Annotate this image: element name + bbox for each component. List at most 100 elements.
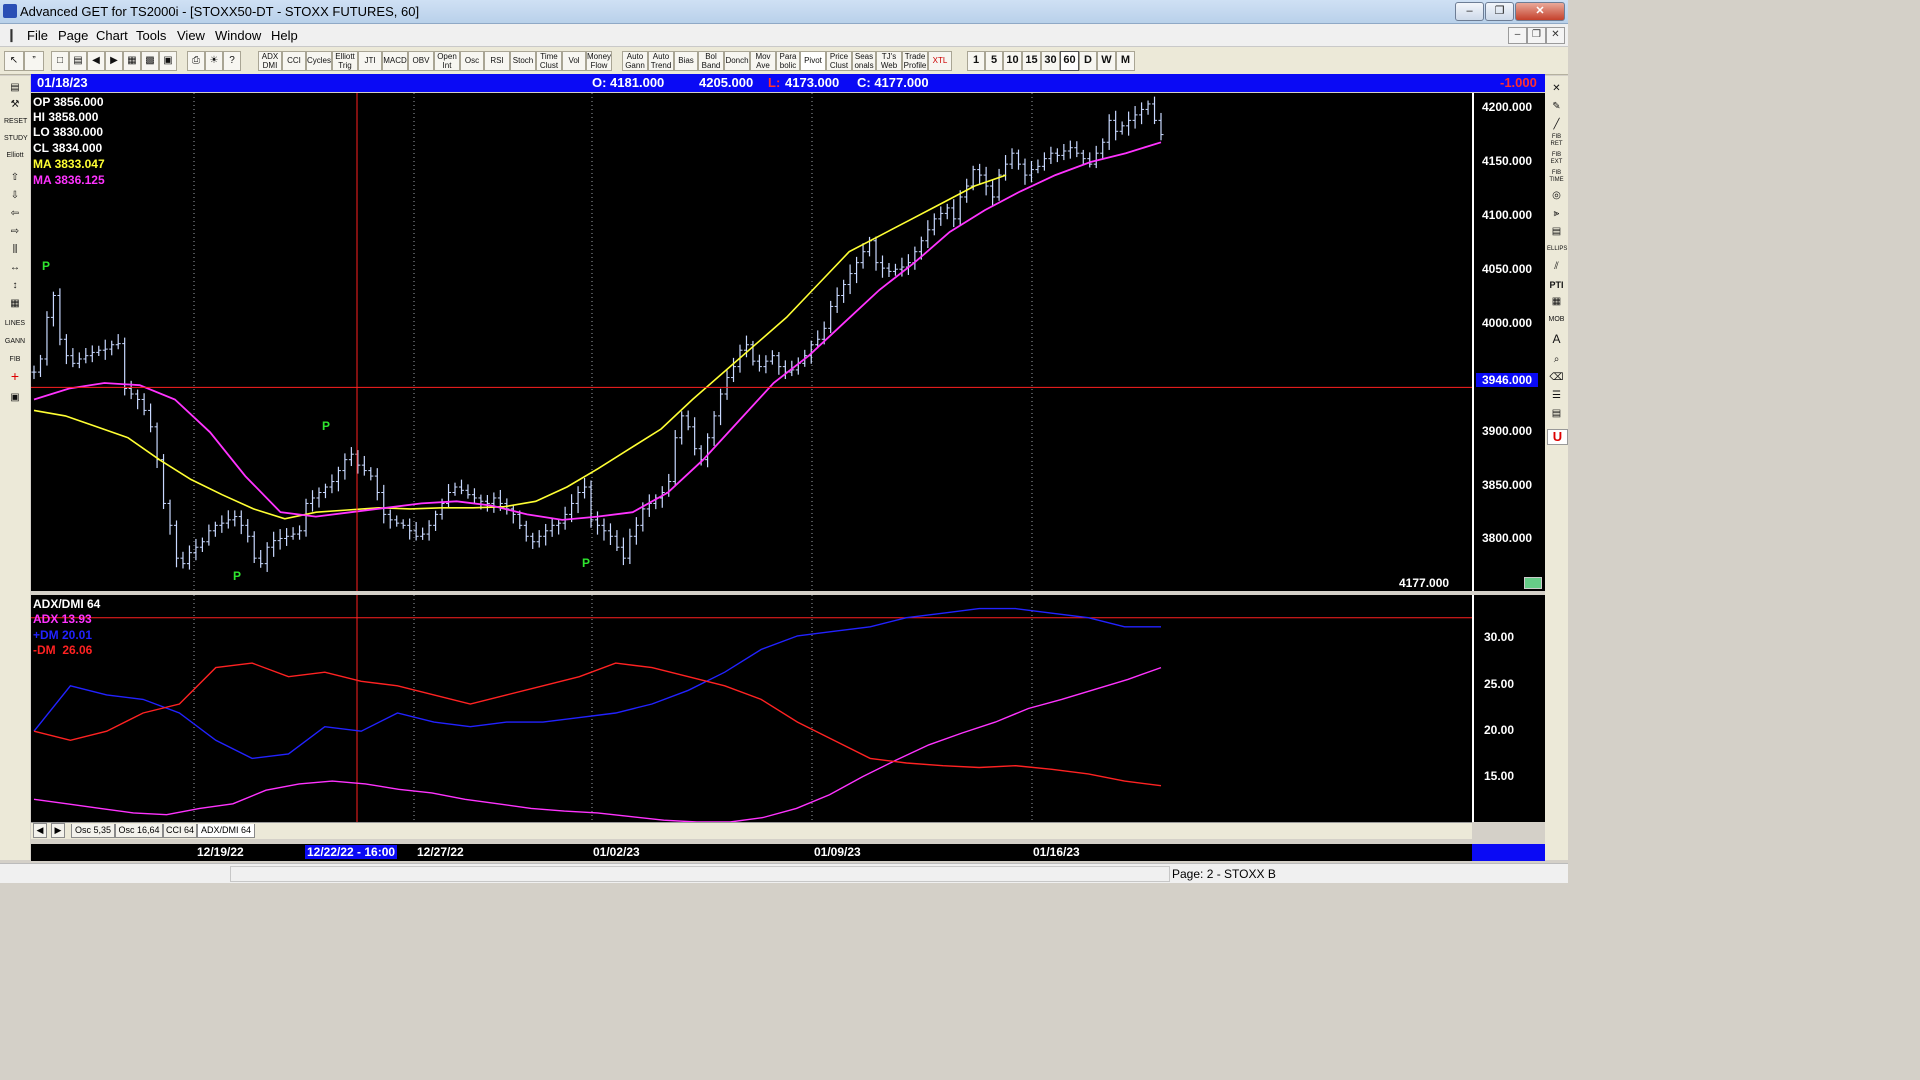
vol-button[interactable]: Vol (562, 51, 586, 71)
cascade-icon[interactable]: ▣ (159, 51, 177, 71)
clipboard-icon[interactable]: ▣ (4, 390, 26, 405)
line-tool-icon[interactable]: ╱ (1547, 118, 1566, 132)
tf-15-button[interactable]: 15 (1022, 51, 1041, 71)
fib-ext-tool[interactable]: FIB EXT (1547, 152, 1566, 166)
new-icon[interactable]: □ (51, 51, 69, 71)
bol-band-button[interactable]: Bol Band (698, 51, 724, 71)
elliott-tool[interactable]: Elliott (4, 148, 26, 163)
trade-profile-button[interactable]: Trade Profile (902, 51, 928, 71)
tab-cci-64[interactable]: CCI 64 (163, 824, 197, 838)
jti-button[interactable]: JTI (358, 51, 382, 71)
cycles-button[interactable]: Cycles (306, 51, 332, 71)
bars-icon[interactable]: ⫼ (4, 242, 26, 257)
tools-icon[interactable]: ⚒ (4, 97, 26, 112)
fib-time-tool[interactable]: FIB TIME (1547, 170, 1566, 184)
tab-osc-16-64[interactable]: Osc 16,64 (115, 824, 163, 838)
chart-corner-icon[interactable] (1524, 577, 1542, 589)
tab-scroll-right[interactable]: ▶ (51, 823, 65, 838)
print-icon[interactable]: ⎙ (187, 51, 205, 71)
forward-icon[interactable]: ▶ (105, 51, 123, 71)
ruler-icon[interactable]: ⫽ (1547, 260, 1566, 274)
close-button[interactable]: ✕ (1515, 2, 1565, 21)
ellipse-tool[interactable]: ELLIPS (1547, 242, 1567, 256)
tf-m-button[interactable]: M (1116, 51, 1135, 71)
osc-button[interactable]: Osc (460, 51, 484, 71)
bias-button[interactable]: Bias (674, 51, 698, 71)
cci-button[interactable]: CCI (282, 51, 306, 71)
parabolic-button[interactable]: Para bolic (776, 51, 800, 71)
fib-tool[interactable]: FIB (4, 352, 26, 367)
tf-30-button[interactable]: 30 (1041, 51, 1060, 71)
tab-scroll-left[interactable]: ◀ (33, 823, 47, 838)
mdi-restore-button[interactable]: ❐ (1527, 27, 1546, 44)
stoch-button[interactable]: Stoch (510, 51, 536, 71)
menu-chart[interactable]: Chart (96, 28, 128, 43)
x-tool-icon[interactable]: ✕ (1547, 82, 1566, 96)
auto-trend-button[interactable]: Auto Trend (648, 51, 674, 71)
grid-icon[interactable]: ▩ (141, 51, 159, 71)
pti-tool[interactable]: PTI (1547, 278, 1566, 292)
indicator-panel[interactable]: ADX/DMI 64 ADX 13.93 +DM 20.01 -DM 26.06 (31, 595, 1472, 822)
grid-tool-icon[interactable]: ▦ (4, 296, 26, 311)
price-chart-panel[interactable]: OP 3856.000 HI 3858.000 LO 3830.000 CL 3… (31, 93, 1472, 591)
quote-icon[interactable]: ” (24, 51, 44, 71)
mdi-minimize-button[interactable]: – (1508, 27, 1527, 44)
list-icon[interactable]: ☰ (1547, 389, 1566, 403)
tf-w-button[interactable]: W (1097, 51, 1116, 71)
arrow-up-icon[interactable]: ⇧ (4, 170, 26, 185)
money-flow-button[interactable]: Money Flow (586, 51, 612, 71)
tile-icon[interactable]: ▦ (123, 51, 141, 71)
reset-tool[interactable]: RESET (4, 114, 27, 129)
price-clust-button[interactable]: Price Clust (826, 51, 852, 71)
folder-icon[interactable]: ▤ (4, 80, 26, 95)
open-int-button[interactable]: Open Int (434, 51, 460, 71)
menu-view[interactable]: View (177, 28, 205, 43)
tf-60-button[interactable]: 60 (1060, 51, 1079, 71)
fib-ret-tool[interactable]: FIB RET (1547, 134, 1566, 148)
arrow-down-icon[interactable]: ⇩ (4, 188, 26, 203)
compress-icon[interactable]: ↕ (4, 278, 26, 293)
rsi-button[interactable]: RSI (484, 51, 510, 71)
macd-button[interactable]: MACD (382, 51, 408, 71)
help-pointer-icon[interactable]: ? (223, 51, 241, 71)
tjs-web-button[interactable]: TJ's Web (876, 51, 902, 71)
open-icon[interactable]: ▤ (69, 51, 87, 71)
tf-10-button[interactable]: 10 (1003, 51, 1022, 71)
tf-1-button[interactable]: 1 (967, 51, 985, 71)
study-tool[interactable]: STUDY (4, 131, 28, 146)
menu-tools[interactable]: Tools (136, 28, 166, 43)
maximize-button[interactable]: ❐ (1485, 2, 1514, 21)
back-icon[interactable]: ◀ (87, 51, 105, 71)
pencil-icon[interactable]: ✎ (1547, 100, 1566, 114)
layout-icon[interactable]: ▤ (1547, 407, 1566, 421)
arrow-left-icon[interactable]: ⇦ (4, 206, 26, 221)
adx-dmi-button[interactable]: ADX DMI (258, 51, 282, 71)
undo-tool[interactable]: U (1547, 429, 1568, 445)
pointer-icon[interactable]: ↖ (4, 51, 24, 71)
auto-gann-button[interactable]: Auto Gann (622, 51, 648, 71)
menu-window[interactable]: Window (215, 28, 261, 43)
menu-help[interactable]: Help (271, 28, 298, 43)
time-clust-button[interactable]: Time Clust (536, 51, 562, 71)
gann-tool[interactable]: GANN (4, 334, 26, 349)
grid2-icon[interactable]: ▦ (1547, 295, 1566, 309)
arrow-right-icon[interactable]: ⇨ (4, 224, 26, 239)
menu-page[interactable]: Page (58, 28, 88, 43)
text-tool[interactable]: A (1547, 332, 1566, 346)
seasonals-button[interactable]: Seas onals (852, 51, 876, 71)
doc-icon[interactable]: ❙ (6, 27, 17, 43)
indicator-chart-svg[interactable] (31, 595, 1472, 822)
eraser-icon[interactable]: ⌫ (1547, 371, 1566, 385)
pivot-button[interactable]: Pivot (800, 51, 826, 71)
crosshair-icon[interactable]: + (4, 369, 26, 384)
donch-button[interactable]: Donch (724, 51, 750, 71)
bulb-icon[interactable]: ☀ (205, 51, 223, 71)
minimize-button[interactable]: – (1455, 2, 1484, 21)
tf-5-button[interactable]: 5 (985, 51, 1003, 71)
elliott-trig-button[interactable]: Elliott Trig (332, 51, 358, 71)
price-chart-svg[interactable] (31, 93, 1472, 591)
lines-tool[interactable]: LINES (4, 316, 26, 331)
mov-ave-button[interactable]: Mov Ave (750, 51, 776, 71)
obv-button[interactable]: OBV (408, 51, 434, 71)
tab-adx-dmi-64[interactable]: ADX/DMI 64 (197, 824, 255, 838)
